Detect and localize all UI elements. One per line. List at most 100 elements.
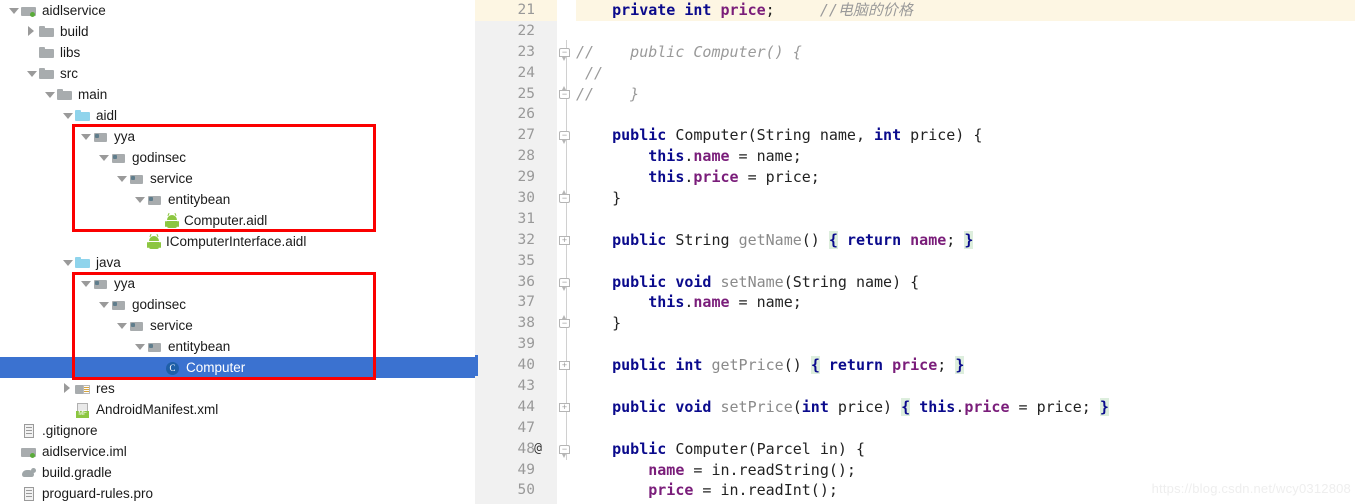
- code-text[interactable]: public int getPrice() { return price; }: [576, 355, 965, 376]
- code-text[interactable]: }: [576, 313, 621, 334]
- chevron-down-icon[interactable]: [26, 68, 37, 79]
- tree-item-icomputerinterface-aidl[interactable]: IComputerInterface.aidl: [0, 231, 475, 252]
- fold-toggle-icon[interactable]: +: [559, 360, 571, 372]
- code-line[interactable]: 37 this.name = name;: [475, 292, 1355, 313]
- code-text[interactable]: this.name = name;: [576, 292, 802, 313]
- code-line[interactable]: 23 −// public Computer() {: [475, 42, 1355, 63]
- code-line[interactable]: 26: [475, 104, 1355, 125]
- code-text[interactable]: name = in.readString();: [576, 460, 856, 481]
- code-text[interactable]: public void setName(String name) {: [576, 272, 919, 293]
- fold-toggle-icon[interactable]: −: [559, 444, 571, 458]
- code-text[interactable]: private int price; //电脑的价格: [576, 0, 913, 21]
- tree-item-godinsec[interactable]: godinsec: [0, 294, 475, 315]
- code-line[interactable]: 32 + public String getName() { return nam…: [475, 230, 1355, 251]
- tree-item-aidlservice[interactable]: aidlservice: [0, 0, 475, 21]
- code-line[interactable]: 40 + public int getPrice() { return price…: [475, 355, 1355, 376]
- chevron-down-icon[interactable]: [80, 131, 91, 142]
- chevron-right-icon[interactable]: [62, 383, 73, 394]
- code-text[interactable]: this.price = price;: [576, 167, 820, 188]
- gradle-file-icon: [21, 465, 37, 481]
- chevron-down-icon[interactable]: [80, 278, 91, 289]
- code-text[interactable]: price = in.readInt();: [576, 480, 838, 501]
- tree-item-res[interactable]: res: [0, 378, 475, 399]
- code-line[interactable]: 25 −// }: [475, 84, 1355, 105]
- folder-icon: [39, 66, 55, 82]
- tree-item-libs[interactable]: libs: [0, 42, 475, 63]
- fold-toggle-icon[interactable]: −: [559, 85, 571, 101]
- tree-item-java[interactable]: java: [0, 252, 475, 273]
- tree-item-service[interactable]: service: [0, 315, 475, 336]
- code-text[interactable]: //: [576, 63, 603, 84]
- tree-item-build[interactable]: build: [0, 21, 475, 42]
- code-line[interactable]: 39: [475, 334, 1355, 355]
- code-text[interactable]: // }: [576, 84, 639, 105]
- fold-toggle-icon[interactable]: +: [559, 235, 571, 247]
- tree-item-androidmanifest-xml[interactable]: MF AndroidManifest.xml: [0, 399, 475, 420]
- code-lines[interactable]: 21 private int price; //电脑的价格 22 23−// pub…: [475, 0, 1355, 501]
- code-text[interactable]: public void setPrice(int price) { this.p…: [576, 397, 1109, 418]
- line-number: 26: [517, 106, 535, 123]
- code-line[interactable]: 44 + public void setPrice(int price) { th…: [475, 397, 1355, 418]
- code-line[interactable]: 48 @ − public Computer(Parcel in) {: [475, 439, 1355, 460]
- tree-item-aidlservice-iml[interactable]: aidlservice.iml: [0, 441, 475, 462]
- chevron-down-icon[interactable]: [8, 5, 19, 16]
- code-line[interactable]: 43: [475, 376, 1355, 397]
- res-folder-icon: [75, 381, 91, 397]
- tree-item-build-gradle[interactable]: build.gradle: [0, 462, 475, 483]
- code-line[interactable]: 21 private int price; //电脑的价格: [475, 0, 1355, 21]
- code-text[interactable]: public Computer(String name, int price) …: [576, 125, 982, 146]
- code-line[interactable]: 36 − public void setName(String name) {: [475, 272, 1355, 293]
- project-tree-list[interactable]: aidlservice build libs src main aidl yya godins…: [0, 0, 475, 504]
- chevron-down-icon[interactable]: [116, 320, 127, 331]
- tree-item-computer-aidl[interactable]: Computer.aidl: [0, 210, 475, 231]
- code-text[interactable]: public String getName() { return name; }: [576, 230, 974, 251]
- tree-item-godinsec[interactable]: godinsec: [0, 147, 475, 168]
- code-line[interactable]: 38 − }: [475, 313, 1355, 334]
- chevron-down-icon[interactable]: [98, 299, 109, 310]
- fold-toggle-icon[interactable]: −: [559, 315, 571, 330]
- tree-item-entitybean[interactable]: entitybean: [0, 336, 475, 357]
- fold-toggle-icon[interactable]: −: [559, 277, 571, 291]
- chevron-down-icon[interactable]: [116, 173, 127, 184]
- fold-toggle-icon[interactable]: +: [559, 402, 571, 414]
- annotation-gutter-icon[interactable]: @: [527, 439, 549, 460]
- fold-toggle-icon[interactable]: −: [559, 190, 571, 205]
- code-text[interactable]: public Computer(Parcel in) {: [576, 439, 865, 460]
- chevron-down-icon[interactable]: [62, 110, 73, 121]
- fold-toggle-icon[interactable]: −: [559, 130, 571, 145]
- chevron-right-icon[interactable]: [26, 26, 37, 37]
- chevron-down-icon[interactable]: [98, 152, 109, 163]
- tree-item-main[interactable]: main: [0, 84, 475, 105]
- tree-item-aidl[interactable]: aidl: [0, 105, 475, 126]
- code-text[interactable]: }: [576, 188, 621, 209]
- code-line[interactable]: 35: [475, 251, 1355, 272]
- tree-item-computer[interactable]: C Computer: [0, 357, 475, 378]
- chevron-down-icon[interactable]: [44, 89, 55, 100]
- tree-item-proguard-rules-pro[interactable]: proguard-rules.pro: [0, 483, 475, 504]
- chevron-down-icon[interactable]: [134, 194, 145, 205]
- tree-item-src[interactable]: src: [0, 63, 475, 84]
- code-line[interactable]: 29 this.price = price;: [475, 167, 1355, 188]
- code-line[interactable]: 28 this.name = name;: [475, 146, 1355, 167]
- code-line[interactable]: 47: [475, 418, 1355, 439]
- chevron-down-icon[interactable]: [134, 341, 145, 352]
- fold-toggle-icon[interactable]: −: [559, 47, 571, 61]
- code-line[interactable]: 24 //: [475, 63, 1355, 84]
- project-tree-panel[interactable]: aidlservice build libs src main aidl yya godins…: [0, 0, 475, 504]
- tree-item-service[interactable]: service: [0, 168, 475, 189]
- code-text[interactable]: this.name = name;: [576, 146, 802, 167]
- code-editor-panel[interactable]: 21 private int price; //电脑的价格 22 23−// pub…: [475, 0, 1355, 504]
- code-line[interactable]: 31: [475, 209, 1355, 230]
- chevron-down-icon[interactable]: [62, 257, 73, 268]
- tree-item--gitignore[interactable]: .gitignore: [0, 420, 475, 441]
- code-text[interactable]: // public Computer() {: [576, 42, 802, 63]
- code-line[interactable]: 30 − }: [475, 188, 1355, 209]
- tree-item-label: res: [96, 381, 115, 396]
- tree-item-label: build: [60, 24, 89, 39]
- code-line[interactable]: 27 − public Computer(String name, int pri…: [475, 125, 1355, 146]
- tree-item-yya[interactable]: yya: [0, 273, 475, 294]
- tree-item-yya[interactable]: yya: [0, 126, 475, 147]
- code-line[interactable]: 49 name = in.readString();: [475, 460, 1355, 481]
- tree-item-entitybean[interactable]: entitybean: [0, 189, 475, 210]
- code-line[interactable]: 22: [475, 21, 1355, 42]
